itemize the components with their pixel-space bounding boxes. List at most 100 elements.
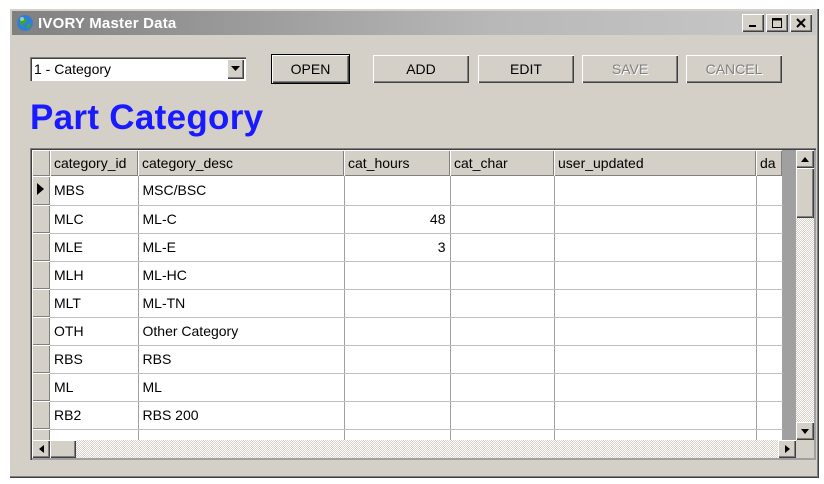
cell-category-desc[interactable]: ML (138, 373, 345, 402)
scroll-down-icon[interactable] (796, 422, 814, 440)
row-selector[interactable] (32, 233, 50, 261)
table-selector[interactable]: 1 - Category (30, 57, 246, 81)
cell-category-id[interactable]: MLH (50, 261, 139, 290)
cell-cat-hours[interactable] (344, 345, 451, 374)
cell-user-updated[interactable] (554, 205, 757, 234)
table-row[interactable]: OTH Other Category (32, 317, 783, 346)
cell-cat-char[interactable] (450, 233, 555, 262)
col-header-category-id[interactable]: category_id (50, 150, 138, 176)
row-selector[interactable] (32, 176, 50, 205)
cell-user-updated[interactable] (554, 176, 757, 206)
cell-cat-hours[interactable]: 3 (344, 233, 451, 262)
col-header-user-updated[interactable]: user_updated (554, 150, 756, 176)
cell-cat-char[interactable] (450, 317, 555, 346)
horizontal-scrollbar[interactable] (32, 440, 796, 458)
cell-cat-char[interactable] (450, 289, 555, 318)
cell-category-desc[interactable]: Other Category (138, 317, 345, 346)
cell-category-id[interactable]: MLE (50, 233, 139, 262)
cell-da[interactable] (756, 373, 783, 402)
cell-cat-char[interactable] (450, 205, 555, 234)
cell-category-id[interactable]: OTH (50, 317, 139, 346)
cell-category-desc[interactable]: ML-TN (138, 289, 345, 318)
title-bar[interactable]: IVORY Master Data (12, 11, 816, 35)
close-icon[interactable] (790, 14, 812, 32)
cell-category-desc[interactable]: ML-C (138, 205, 345, 234)
row-selector[interactable] (32, 205, 50, 233)
cell-cat-char[interactable] (450, 345, 555, 374)
cell-category-id[interactable]: RBS (50, 345, 139, 374)
row-selector[interactable] (32, 261, 50, 289)
cell-category-id[interactable]: MBS (50, 176, 139, 206)
cell-da[interactable] (756, 317, 783, 346)
table-row[interactable]: RB2 RBS 200 (32, 401, 783, 430)
data-grid[interactable]: category_id category_desc cat_hours cat_… (30, 148, 816, 460)
col-header-cat-char[interactable]: cat_char (450, 150, 554, 176)
cell-cat-char[interactable] (450, 401, 555, 430)
chevron-down-icon[interactable] (227, 59, 244, 79)
cell-cat-hours[interactable] (344, 289, 451, 318)
cell-category-id[interactable]: MLC (50, 205, 139, 234)
cell-cat-hours[interactable] (344, 373, 451, 402)
col-header-cat-hours[interactable]: cat_hours (344, 150, 450, 176)
cell-cat-char[interactable] (450, 373, 555, 402)
cell-cat-hours[interactable] (344, 176, 451, 206)
edit-button[interactable]: EDIT (478, 55, 574, 83)
table-row[interactable]: MBS MSC/BSC (32, 176, 783, 206)
open-button[interactable]: OPEN (272, 55, 349, 83)
col-header-category-desc[interactable]: category_desc (138, 150, 344, 176)
scroll-up-icon[interactable] (796, 150, 814, 168)
table-row[interactable]: MLH ML-HC (32, 261, 783, 290)
cell-category-desc[interactable]: RBS (138, 345, 345, 374)
table-row[interactable]: MLE ML-E 3 (32, 233, 783, 262)
minimize-icon[interactable] (742, 14, 764, 32)
table-row[interactable]: RBS RBS (32, 345, 783, 374)
col-header-da[interactable]: da (756, 150, 782, 176)
cell-category-desc[interactable]: ML-HC (138, 261, 345, 290)
cell-category-desc[interactable]: MSC/BSC (138, 176, 345, 206)
cell-user-updated[interactable] (554, 345, 757, 374)
cell-user-updated[interactable] (554, 373, 757, 402)
row-selector[interactable] (32, 289, 50, 317)
save-button[interactable]: SAVE (582, 55, 678, 83)
page-title: Part Category (30, 98, 264, 137)
cell-da[interactable] (756, 345, 783, 374)
cell-category-id[interactable]: MLT (50, 289, 139, 318)
cancel-button[interactable]: CANCEL (686, 55, 782, 83)
row-selector[interactable] (32, 401, 50, 429)
row-selector[interactable] (32, 345, 50, 373)
row-selector[interactable] (32, 373, 50, 401)
row-selector[interactable] (32, 317, 50, 345)
maximize-icon[interactable] (766, 14, 788, 32)
cell-user-updated[interactable] (554, 317, 757, 346)
cell-da[interactable] (756, 289, 783, 318)
cell-cat-hours[interactable]: 48 (344, 205, 451, 234)
cell-user-updated[interactable] (554, 233, 757, 262)
cell-cat-char[interactable] (450, 176, 555, 206)
vertical-scroll-thumb[interactable] (796, 168, 814, 218)
cell-da[interactable] (756, 401, 783, 430)
cell-user-updated[interactable] (554, 401, 757, 430)
cell-user-updated[interactable] (554, 261, 757, 290)
table-row[interactable]: ML ML (32, 373, 783, 402)
table-row[interactable]: MLT ML-TN (32, 289, 783, 318)
cell-cat-char[interactable] (450, 261, 555, 290)
cell-user-updated[interactable] (554, 289, 757, 318)
add-button[interactable]: ADD (373, 55, 469, 83)
vertical-scrollbar[interactable] (796, 150, 814, 440)
cell-cat-hours[interactable] (344, 261, 451, 290)
cell-cat-hours[interactable] (344, 401, 451, 430)
cell-da[interactable] (756, 261, 783, 290)
cell-category-id[interactable]: ML (50, 373, 139, 402)
cell-category-desc[interactable]: RBS 200 (138, 401, 345, 430)
scroll-left-icon[interactable] (32, 440, 50, 458)
cell-da[interactable] (756, 205, 783, 234)
table-row[interactable]: MLC ML-C 48 (32, 205, 783, 234)
cell-category-desc[interactable]: ML-E (138, 233, 345, 262)
scroll-right-icon[interactable] (778, 440, 796, 458)
cell-category-id[interactable]: RB2 (50, 401, 139, 430)
cell-da[interactable] (756, 233, 783, 262)
horizontal-scroll-thumb[interactable] (50, 440, 76, 458)
cell-cat-hours[interactable] (344, 317, 451, 346)
window-title: IVORY Master Data (38, 14, 177, 32)
cell-da[interactable] (756, 176, 783, 206)
